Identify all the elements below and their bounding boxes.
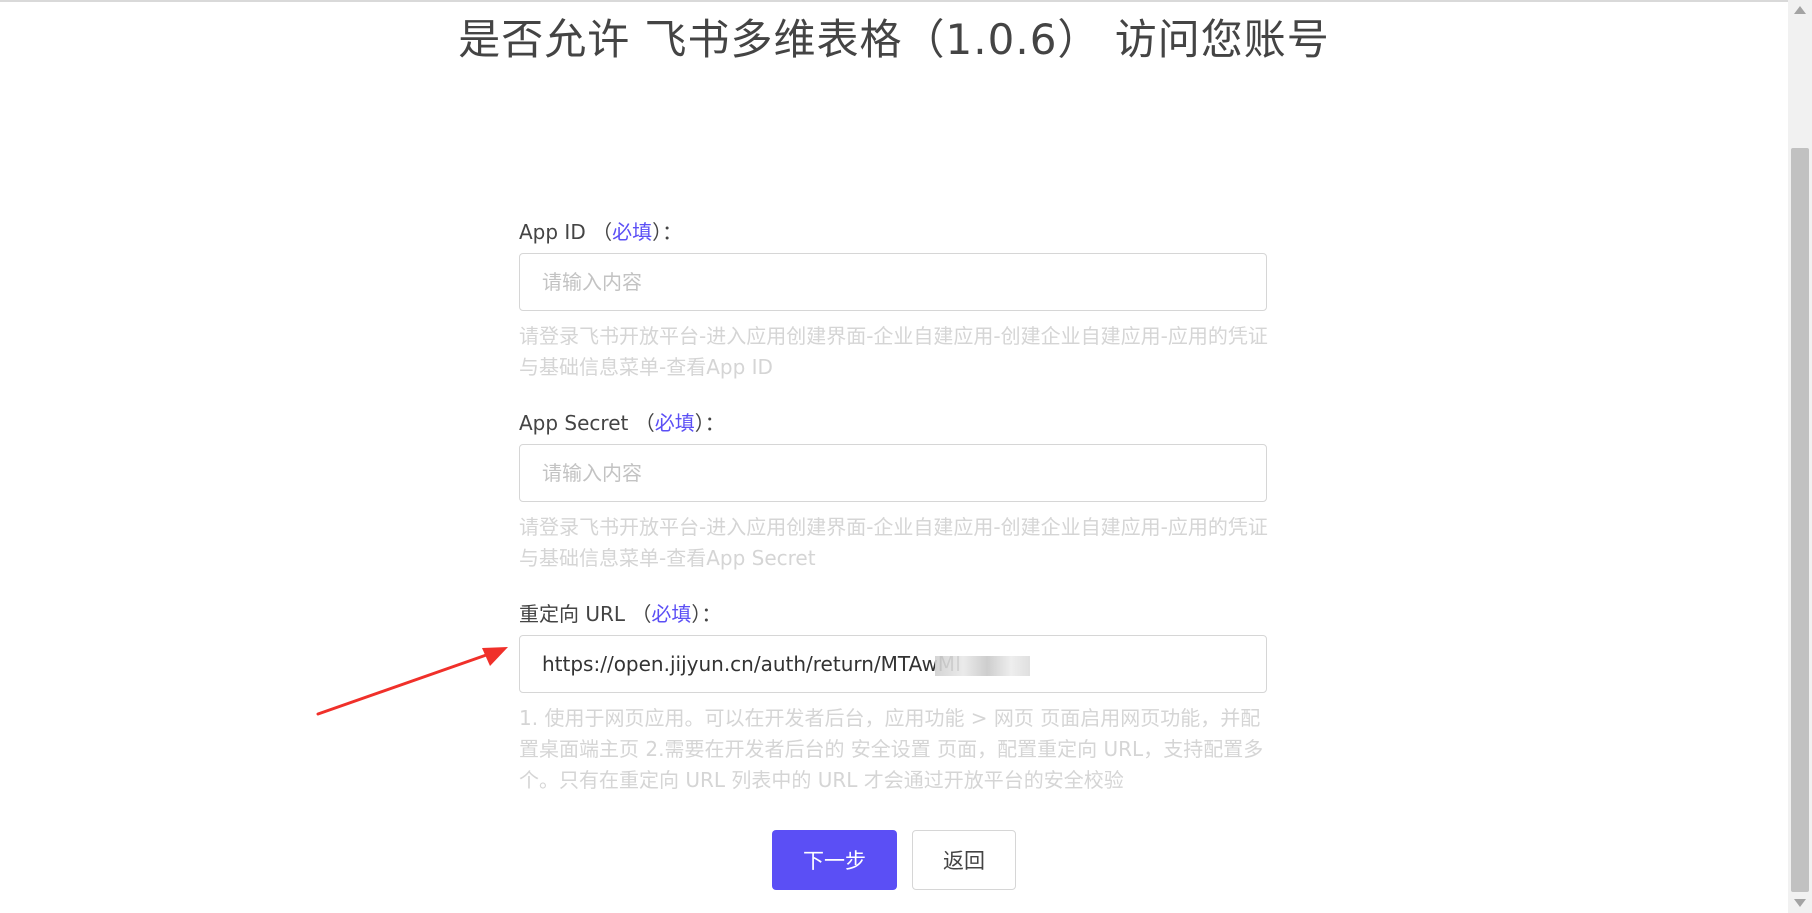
scroll-down-arrow-icon[interactable] xyxy=(1794,899,1806,907)
scroll-up-arrow-icon[interactable] xyxy=(1794,6,1806,14)
scroll-thumb[interactable] xyxy=(1791,148,1809,892)
arrow-shaft xyxy=(316,651,494,716)
red-arrow-icon xyxy=(316,647,508,716)
page-scrollbar[interactable] xyxy=(1788,0,1812,913)
arrow-head xyxy=(482,647,508,666)
